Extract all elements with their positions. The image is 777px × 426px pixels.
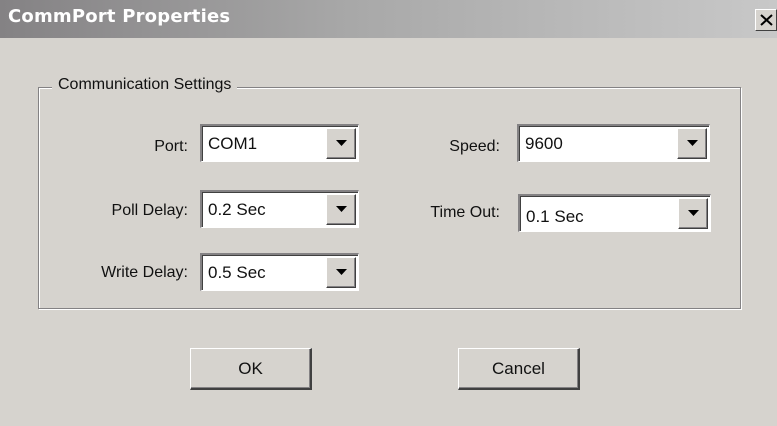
chevron-down-icon [336, 206, 347, 212]
chevron-down-icon [688, 210, 699, 216]
write-delay-dropdown-button[interactable] [326, 257, 356, 288]
port-label: Port: [154, 138, 188, 155]
write-delay-dropdown[interactable]: 0.5 Sec [200, 253, 359, 291]
close-button[interactable] [755, 9, 777, 31]
write-delay-label: Write Delay: [101, 264, 188, 281]
chevron-down-icon [687, 140, 698, 146]
speed-label: Speed: [449, 138, 500, 155]
poll-delay-value: 0.2 Sec [208, 200, 266, 219]
group-title: Communication Settings [52, 76, 238, 94]
chevron-down-icon [336, 140, 347, 146]
chevron-down-icon [336, 269, 347, 275]
time-out-dropdown[interactable]: 0.1 Sec [518, 194, 711, 232]
speed-value: 9600 [525, 134, 563, 153]
speed-dropdown-button[interactable] [677, 128, 707, 159]
title-bar: CommPort Properties [0, 0, 777, 38]
time-out-value: 0.1 Sec [526, 207, 584, 226]
window-title: CommPort Properties [8, 6, 231, 27]
speed-dropdown[interactable]: 9600 [517, 124, 710, 162]
poll-delay-label: Poll Delay: [111, 202, 188, 219]
poll-delay-dropdown-button[interactable] [326, 194, 356, 225]
port-dropdown-button[interactable] [326, 128, 356, 159]
port-dropdown[interactable]: COM1 [200, 124, 359, 162]
poll-delay-dropdown[interactable]: 0.2 Sec [200, 190, 359, 228]
time-out-label: Time Out: [430, 204, 500, 221]
ok-button[interactable]: OK [190, 348, 312, 390]
write-delay-value: 0.5 Sec [208, 263, 266, 282]
close-icon [760, 14, 773, 26]
cancel-button[interactable]: Cancel [458, 348, 580, 390]
port-value: COM1 [208, 134, 258, 153]
time-out-dropdown-button[interactable] [678, 198, 708, 229]
